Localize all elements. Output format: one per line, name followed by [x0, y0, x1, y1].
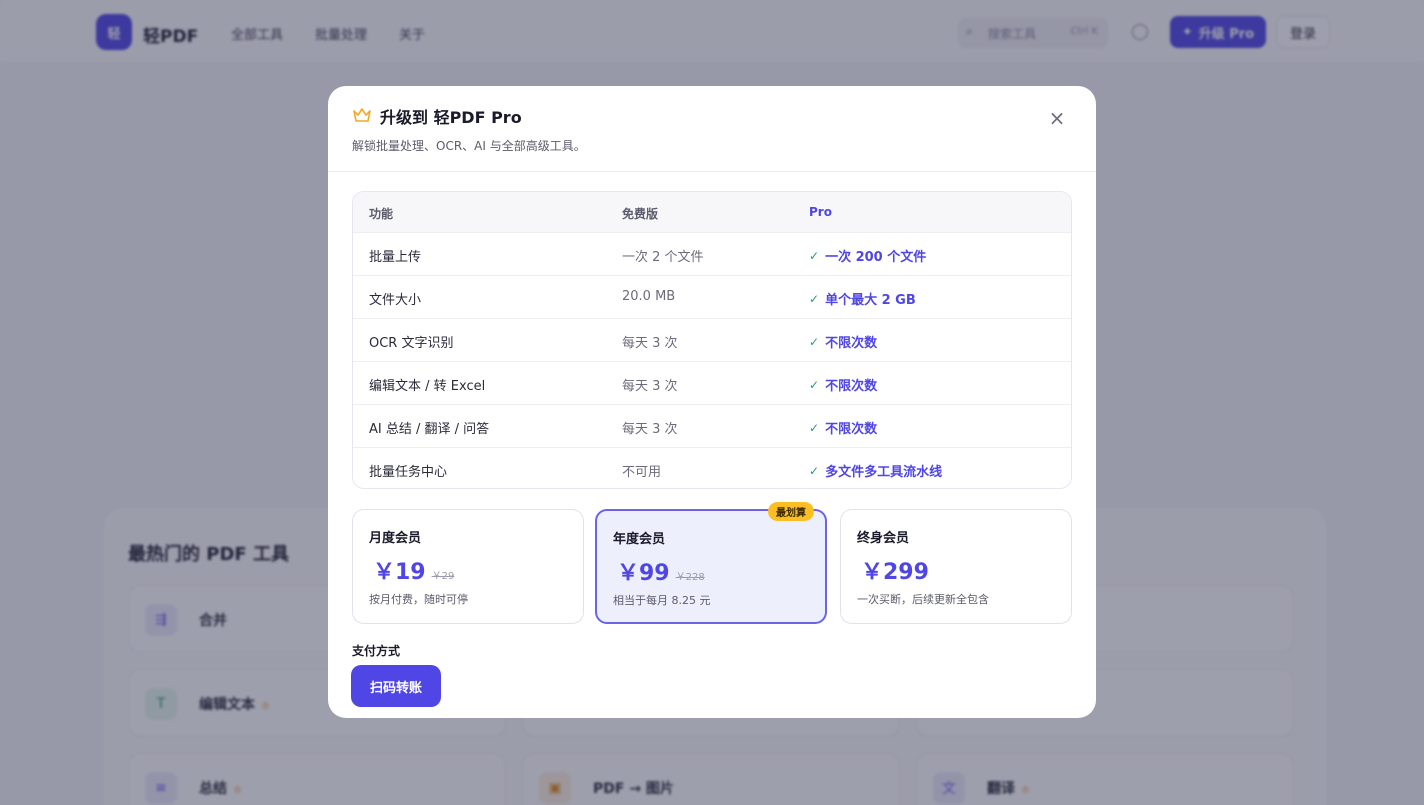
upgrade-modal: 升级到 轻PDF Pro 解锁批量处理、OCR、AI 与全部高级工具。 × 功能…	[328, 86, 1096, 718]
close-icon[interactable]: ×	[1046, 107, 1068, 129]
plan-price: ￥299	[861, 560, 929, 585]
plan-name: 年度会员	[613, 532, 666, 547]
check-icon: ✓	[809, 248, 820, 263]
pro-cell: ✓ 不限次数	[809, 420, 878, 438]
pro-cell: ✓ 单个最大 2 GB	[809, 291, 916, 309]
plan-lifetime[interactable]: 终身会员 ￥299 一次买断，后续更新全包含	[840, 509, 1072, 624]
header-free: 免费版	[622, 207, 659, 221]
plan-price: ￥99 ￥228	[617, 561, 705, 586]
table-row: AI 总结 / 翻译 / 问答 每天 3 次 ✓ 不限次数	[353, 404, 1071, 447]
feature-cell: OCR 文字识别	[369, 336, 454, 351]
pro-cell: ✓ 不限次数	[809, 334, 878, 352]
plan-yearly[interactable]: 年度会员 ￥99 ￥228 相当于每月 8.25 元	[595, 509, 827, 624]
check-icon: ✓	[809, 377, 820, 392]
check-icon: ✓	[809, 463, 820, 478]
feature-cell: 编辑文本 / 转 Excel	[369, 379, 486, 394]
modal-title: 升级到 轻PDF Pro	[380, 108, 522, 127]
free-cell: 每天 3 次	[622, 422, 678, 437]
plan-name: 终身会员	[857, 531, 910, 546]
plan-name: 月度会员	[369, 531, 422, 546]
header-pro: Pro	[809, 205, 832, 219]
plan-note: 一次买断，后续更新全包含	[857, 593, 989, 606]
check-icon: ✓	[809, 334, 820, 349]
pro-cell: ✓ 一次 200 个文件	[809, 248, 927, 266]
feature-cell: 文件大小	[369, 293, 422, 308]
free-cell: 不可用	[622, 465, 662, 480]
plan-price: ￥19 ￥29	[373, 560, 455, 585]
free-cell: 每天 3 次	[622, 336, 678, 351]
plan-note: 按月付费，随时可停	[369, 593, 468, 606]
plan-old-price: ￥29	[431, 571, 455, 582]
table-row: 批量上传 一次 2 个文件 ✓ 一次 200 个文件	[353, 232, 1071, 275]
pro-cell: ✓ 不限次数	[809, 377, 878, 395]
feature-cell: 批量任务中心	[369, 465, 448, 480]
free-cell: 20.0 MB	[622, 289, 676, 304]
free-cell: 一次 2 个文件	[622, 250, 704, 265]
table-row: 文件大小 20.0 MB ✓ 单个最大 2 GB	[353, 275, 1071, 318]
modal-subtitle: 解锁批量处理、OCR、AI 与全部高级工具。	[352, 139, 586, 153]
plan-note: 相当于每月 8.25 元	[613, 594, 711, 607]
feature-cell: AI 总结 / 翻译 / 问答	[369, 422, 490, 437]
payment-label: 支付方式	[352, 644, 401, 658]
table-row: 批量任务中心 不可用 ✓ 多文件多工具流水线	[353, 447, 1071, 488]
header-feature: 功能	[369, 207, 394, 221]
best-value-badge: 最划算	[768, 502, 814, 521]
qr-transfer-button[interactable]: 扫码转账	[351, 665, 441, 707]
modal-header: 升级到 轻PDF Pro 解锁批量处理、OCR、AI 与全部高级工具。 ×	[328, 86, 1096, 172]
plan-monthly[interactable]: 月度会员 ￥19 ￥29 按月付费，随时可停	[352, 509, 584, 624]
comparison-table: 功能 免费版 Pro 批量上传 一次 2 个文件 ✓ 一次 200 个文件 文件大…	[352, 191, 1072, 489]
table-header: 功能 免费版 Pro	[353, 192, 1071, 232]
table-row: OCR 文字识别 每天 3 次 ✓ 不限次数	[353, 318, 1071, 361]
plan-old-price: ￥228	[675, 572, 705, 583]
free-cell: 每天 3 次	[622, 379, 678, 394]
table-row: 编辑文本 / 转 Excel 每天 3 次 ✓ 不限次数	[353, 361, 1071, 404]
check-icon: ✓	[809, 291, 820, 306]
pro-cell: ✓ 多文件多工具流水线	[809, 463, 943, 481]
feature-cell: 批量上传	[369, 250, 422, 265]
check-icon: ✓	[809, 420, 820, 435]
crown-icon	[353, 108, 371, 122]
